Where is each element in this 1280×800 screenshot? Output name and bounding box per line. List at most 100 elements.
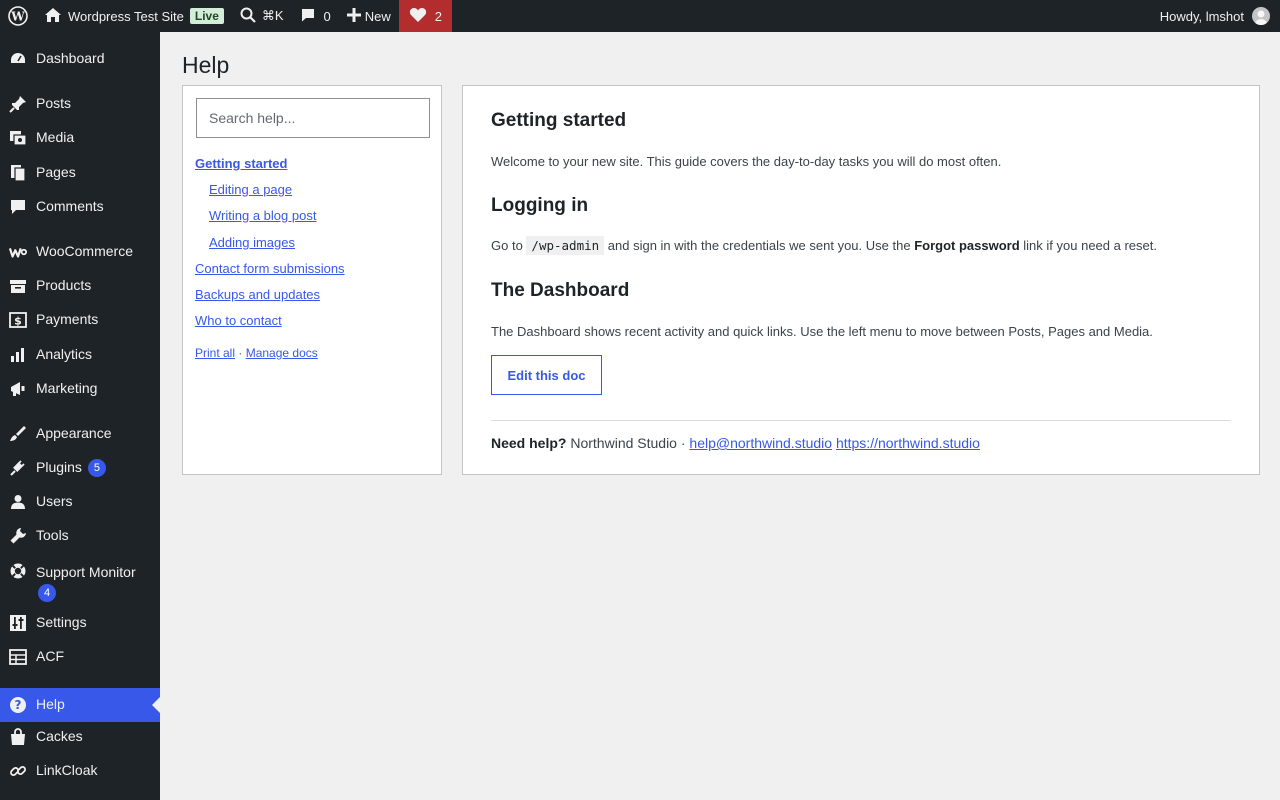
toc-link-adding-images[interactable]: Adding images [209,235,295,250]
sidebar-item-support-monitor[interactable]: Support Monitor 4 [0,562,160,603]
comments-link[interactable]: 0 [292,0,339,32]
pin-icon [9,95,27,113]
greeting: Howdy, lmshot [1159,8,1244,24]
sidebar-item-plugins[interactable]: Plugins 5 [0,459,160,481]
doc-footer: Need help? Northwind Studio · help@north… [491,435,980,451]
main-content: Help Getting started Editing a page Writ… [160,32,1280,800]
sidebar-item-label: Plugins 5 [36,459,106,478]
user-icon [9,493,27,511]
sidebar-item-label: Tools [36,527,69,543]
hearts-count: 2 [434,8,443,24]
sidebar-item-label: Cackes [36,728,83,744]
svg-text:W: W [10,10,25,24]
toc-link-who-to-contact[interactable]: Who to contact [195,313,282,328]
separator: · [238,346,243,360]
toc-link-backups-and-updates[interactable]: Backups and updates [195,287,320,302]
divider [491,420,1231,421]
media-icon [9,129,27,147]
sidebar-item-label: ACF [36,648,64,664]
manage-docs-link[interactable]: Manage docs [246,346,318,360]
sidebar-item-label: Pages [36,164,76,180]
new-content-button[interactable]: New [339,0,399,32]
sidebar-item-media[interactable]: Media [0,129,160,151]
logging-in-text-a: Go to [491,238,523,253]
section-heading-logging-in: Logging in [491,195,589,216]
dollar-icon: $ [9,311,27,329]
wp-admin-code: /wp-admin [526,236,605,255]
support-email-link[interactable]: help@northwind.studio [689,435,832,451]
sidebar-item-label: Posts [36,95,72,111]
sidebar-item-label: LinkCloak [36,762,98,778]
edit-doc-button[interactable]: Edit this doc [491,355,602,395]
toc-link-writing-a-blog-post[interactable]: Writing a blog post [209,208,316,223]
comment-icon [300,7,316,26]
archive-icon [9,277,27,295]
hearts-button[interactable]: 2 [398,0,453,32]
toc-footer: Print all · Manage docs [195,346,318,360]
sidebar-item-label-text: Plugins [36,459,82,475]
comment-icon [9,198,27,216]
comments-count: 0 [323,8,331,24]
search-icon [240,7,256,26]
wordpress-logo-icon[interactable]: W [0,0,36,32]
sidebar-item-label: WooCommerce [36,243,133,259]
home-icon [44,7,62,26]
sidebar-item-acf[interactable]: ACF [0,648,160,670]
sidebar-item-dashboard[interactable]: Dashboard [0,50,160,72]
live-badge: Live [189,8,224,24]
help-search-input[interactable] [196,98,430,138]
admin-sidebar: Dashboard Posts Media Pages Comments Woo… [0,32,160,800]
help-toc-panel: Getting started Editing a page Writing a… [182,85,442,475]
help-doc-panel: Getting started Welcome to your new site… [462,85,1260,475]
sidebar-item-settings[interactable]: Settings [0,614,160,636]
company-name: Northwind Studio · [570,435,686,451]
sidebar-item-pages[interactable]: Pages [0,164,160,186]
command-search-button[interactable]: ⌘K [232,0,292,32]
sidebar-item-label: Comments [36,198,104,214]
sidebar-item-label: Settings [36,614,87,630]
company-website-link[interactable]: https://northwind.studio [836,435,980,451]
plus-icon [346,7,361,25]
sidebar-item-cackes[interactable]: Cackes [0,728,160,750]
sidebar-item-comments[interactable]: Comments [0,198,160,220]
svg-text:$: $ [14,315,22,328]
toc-link-contact-form-submissions[interactable]: Contact form submissions [195,261,345,276]
sidebar-item-appearance[interactable]: Appearance [0,425,160,447]
toc-link-editing-a-page[interactable]: Editing a page [209,182,292,197]
brush-icon [9,425,27,443]
section-text-logging-in: Go to /wp-admin and sign in with the cre… [491,236,1157,255]
sidebar-item-products[interactable]: Products [0,277,160,299]
site-name-link[interactable]: Wordpress Test Site Live [36,0,232,32]
search-shortcut: ⌘K [261,8,284,23]
sidebar-item-woocommerce[interactable]: WooCommerce [0,243,160,265]
new-label: New [364,8,391,24]
plug-icon [9,459,27,477]
sidebar-item-label: Appearance [36,425,112,441]
sidebar-item-marketing[interactable]: Marketing [0,380,160,402]
sidebar-item-linkcloak[interactable]: LinkCloak [0,762,160,784]
section-heading-dashboard: The Dashboard [491,280,630,301]
lifebuoy-icon [9,562,27,580]
sidebar-item-label: Support Monitor 4 [36,562,136,603]
sidebar-item-label: Marketing [36,380,98,396]
account-menu[interactable]: Howdy, lmshot [1160,7,1280,25]
sidebar-item-users[interactable]: Users [0,493,160,515]
sidebar-item-payments[interactable]: $ Payments [0,311,160,333]
toc-link-getting-started[interactable]: Getting started [195,156,287,171]
sidebar-item-analytics[interactable]: Analytics [0,346,160,368]
avatar [1252,7,1270,25]
sidebar-item-help[interactable]: ? Help [0,688,160,722]
section-text-getting-started: Welcome to your new site. This guide cov… [491,154,1002,169]
svg-text:?: ? [15,698,22,712]
sliders-icon [9,614,27,632]
sidebar-item-tools[interactable]: Tools [0,527,160,549]
section-heading-getting-started: Getting started [491,110,627,131]
pages-icon [9,164,27,182]
support-monitor-badge: 4 [38,584,56,603]
sidebar-item-label: Dashboard [36,50,105,66]
chart-bar-icon [9,346,27,364]
forgot-password-strong: Forgot password [914,238,1020,253]
print-all-link[interactable]: Print all [195,346,235,360]
site-name: Wordpress Test Site [68,8,184,24]
sidebar-item-posts[interactable]: Posts [0,95,160,117]
